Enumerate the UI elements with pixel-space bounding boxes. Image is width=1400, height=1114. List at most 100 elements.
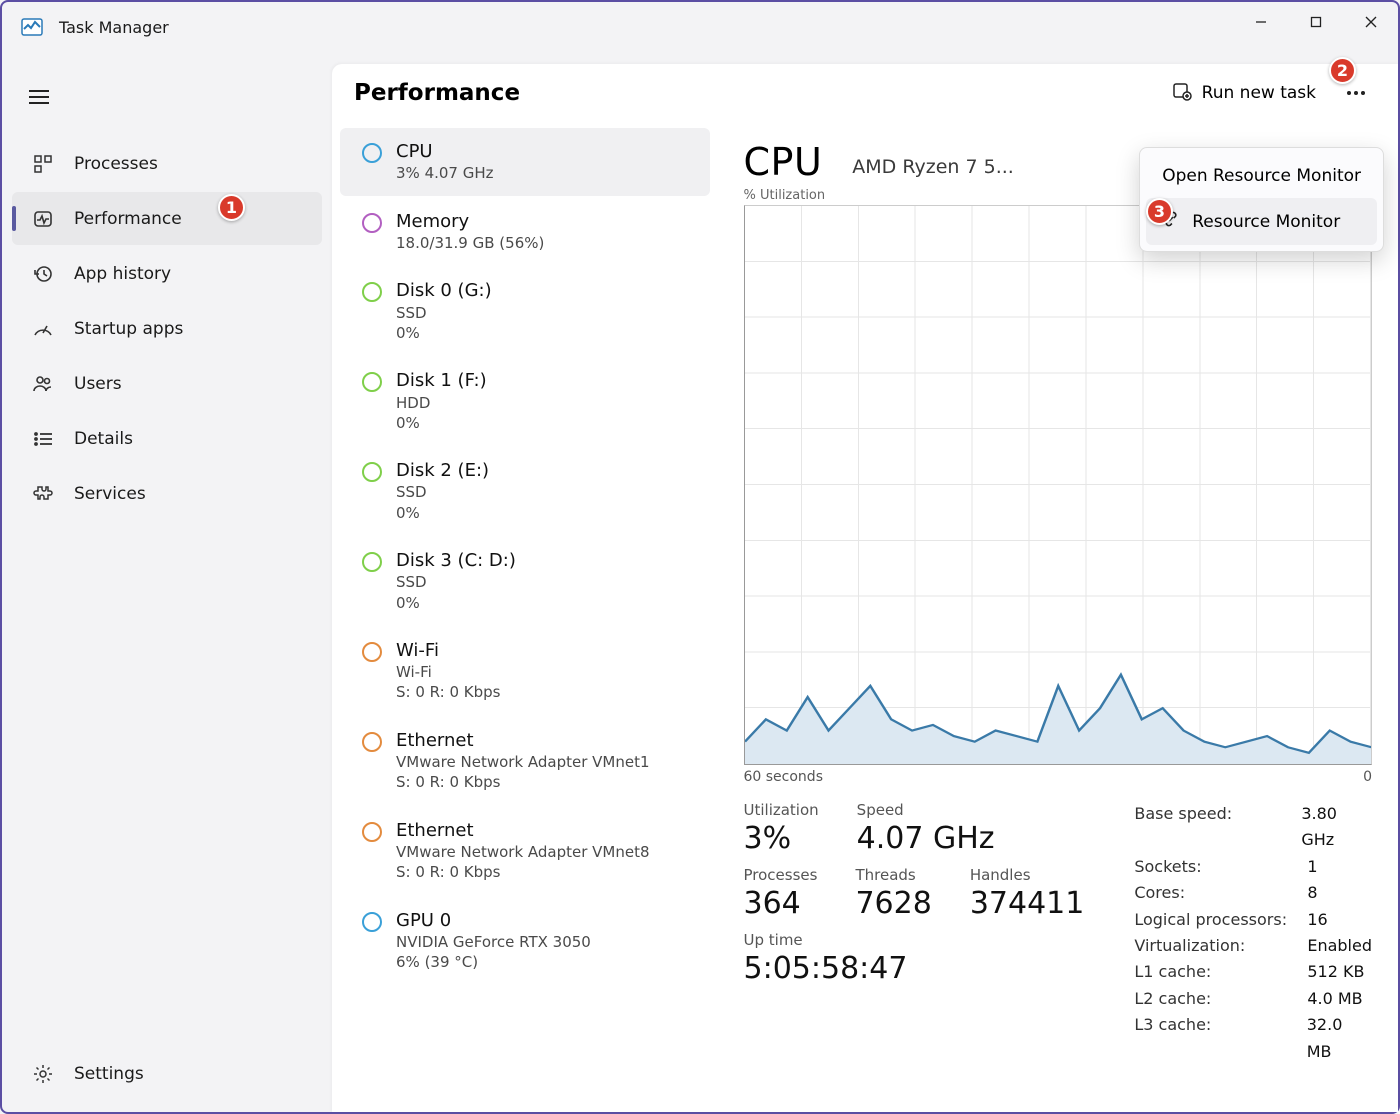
resource-item[interactable]: Disk 2 (E:) SSD 0% [340,447,710,535]
stat-label: Processes [744,866,818,884]
info-value: 3.80 GHz [1301,801,1372,854]
page-title: Performance [354,80,1162,106]
info-value: Enabled [1307,933,1372,959]
info-value: 8 [1307,880,1317,906]
resource-sub: VMware Network Adapter VMnet1 [396,752,650,772]
menu-resource-monitor[interactable]: Resource Monitor [1146,198,1377,245]
resource-sub: NVIDIA GeForce RTX 3050 [396,932,591,952]
nav-label: Settings [74,1064,144,1084]
resource-sub: 0% [396,323,492,343]
resource-sub: 18.0/31.9 GB (56%) [396,233,544,253]
resource-item[interactable]: Ethernet VMware Network Adapter VMnet1 S… [340,717,710,805]
info-key: Sockets: [1134,854,1289,880]
nav-startup-apps[interactable]: Startup apps [12,302,322,355]
resource-sub: 6% (39 °C) [396,952,591,972]
handles-value: 374411 [970,886,1085,921]
info-value: 4.0 MB [1307,986,1362,1012]
x-axis-right: 0 [1363,769,1372,785]
resource-name: Disk 2 (E:) [396,459,489,482]
resource-ring-icon [362,552,382,572]
nav-users[interactable]: Users [12,357,322,410]
stat-label: Threads [855,866,931,884]
resource-item[interactable]: Disk 1 (F:) HDD 0% [340,357,710,445]
nav-label: Performance [74,209,182,229]
run-task-icon [1172,81,1192,106]
cpu-model: AMD Ryzen 7 5... [852,156,1014,178]
resource-sub: S: 0 R: 0 Kbps [396,682,500,702]
info-key: Cores: [1134,880,1289,906]
resource-item[interactable]: Ethernet VMware Network Adapter VMnet8 S… [340,807,710,895]
stat-label: Speed [857,801,995,819]
threads-value: 7628 [855,886,931,921]
resource-sub: Wi-Fi [396,662,500,682]
resource-ring-icon [362,732,382,752]
close-button[interactable] [1343,2,1398,42]
nav-label: Details [74,429,133,449]
resource-name: CPU [396,140,494,163]
nav-performance[interactable]: Performance [12,192,322,245]
menu-item-label: Resource Monitor [1192,212,1340,232]
speed-value: 4.07 GHz [857,821,995,856]
nav-label: Startup apps [74,319,183,339]
maximize-button[interactable] [1288,2,1343,42]
annotation-badge-3: 3 [1146,198,1173,225]
gauge-icon [32,318,54,340]
resource-ring-icon [362,282,382,302]
resource-ring-icon [362,642,382,662]
processes-value: 364 [744,886,818,921]
annotation-badge-2: 2 [1329,57,1356,84]
resource-sub: 0% [396,593,516,613]
resource-sub: SSD [396,303,492,323]
info-value: 16 [1307,907,1327,933]
nav-processes[interactable]: Processes [12,137,322,190]
nav-label: Services [74,484,146,504]
resource-sub: S: 0 R: 0 Kbps [396,772,650,792]
uptime-value: 5:05:58:47 [744,951,1085,986]
resource-sub: 3% 4.07 GHz [396,163,494,183]
resource-sub: HDD [396,393,487,413]
resource-item[interactable]: CPU 3% 4.07 GHz [340,128,710,196]
resource-name: Ethernet [396,729,650,752]
users-icon [32,373,54,395]
info-key: Base speed: [1134,801,1283,854]
resource-sub: 0% [396,503,489,523]
task-manager-icon [20,15,44,39]
nav-details[interactable]: Details [12,412,322,465]
menu-item-label: Open Resource Monitor [1162,166,1361,186]
info-key: L2 cache: [1134,986,1289,1012]
resource-item[interactable]: Disk 0 (G:) SSD 0% [340,267,710,355]
nav-services[interactable]: Services [12,467,322,520]
info-value: 1 [1307,854,1317,880]
window-title: Task Manager [59,18,169,37]
puzzle-icon [32,483,54,505]
resource-sub: SSD [396,482,489,502]
resource-name: Memory [396,210,544,233]
resource-item[interactable]: Memory 18.0/31.9 GB (56%) [340,198,710,266]
run-task-label: Run new task [1202,83,1316,103]
nav-label: App history [74,264,171,284]
nav-label: Processes [74,154,158,174]
resource-ring-icon [362,213,382,233]
nav-settings[interactable]: Settings [12,1047,322,1100]
resource-list: CPU 3% 4.07 GHz Memory 18.0/31.9 GB (56%… [332,122,718,1112]
nav-app-history[interactable]: App history [12,247,322,300]
grid-icon [32,153,54,175]
cpu-utilization-chart[interactable] [744,205,1373,765]
resource-name: Ethernet [396,819,650,842]
resource-item[interactable]: Disk 3 (C: D:) SSD 0% [340,537,710,625]
x-axis-left: 60 seconds [744,769,824,785]
resource-item[interactable]: GPU 0 NVIDIA GeForce RTX 3050 6% (39 °C) [340,897,710,985]
resource-sub: VMware Network Adapter VMnet8 [396,842,650,862]
minimize-button[interactable] [1233,2,1288,42]
hamburger-button[interactable] [14,77,64,117]
resource-sub: SSD [396,572,516,592]
stat-label: Up time [744,931,1085,949]
resource-ring-icon [362,143,382,163]
resource-sub: S: 0 R: 0 Kbps [396,862,650,882]
list-icon [32,428,54,450]
resource-item[interactable]: Wi-Fi Wi-Fi S: 0 R: 0 Kbps [340,627,710,715]
cpu-info-table: Base speed:3.80 GHzSockets:1Cores:8Logic… [1134,801,1372,1065]
resource-name: Disk 1 (F:) [396,369,487,392]
run-new-task-button[interactable]: Run new task [1162,75,1326,112]
menu-open-resource-monitor[interactable]: Open Resource Monitor [1146,154,1377,198]
